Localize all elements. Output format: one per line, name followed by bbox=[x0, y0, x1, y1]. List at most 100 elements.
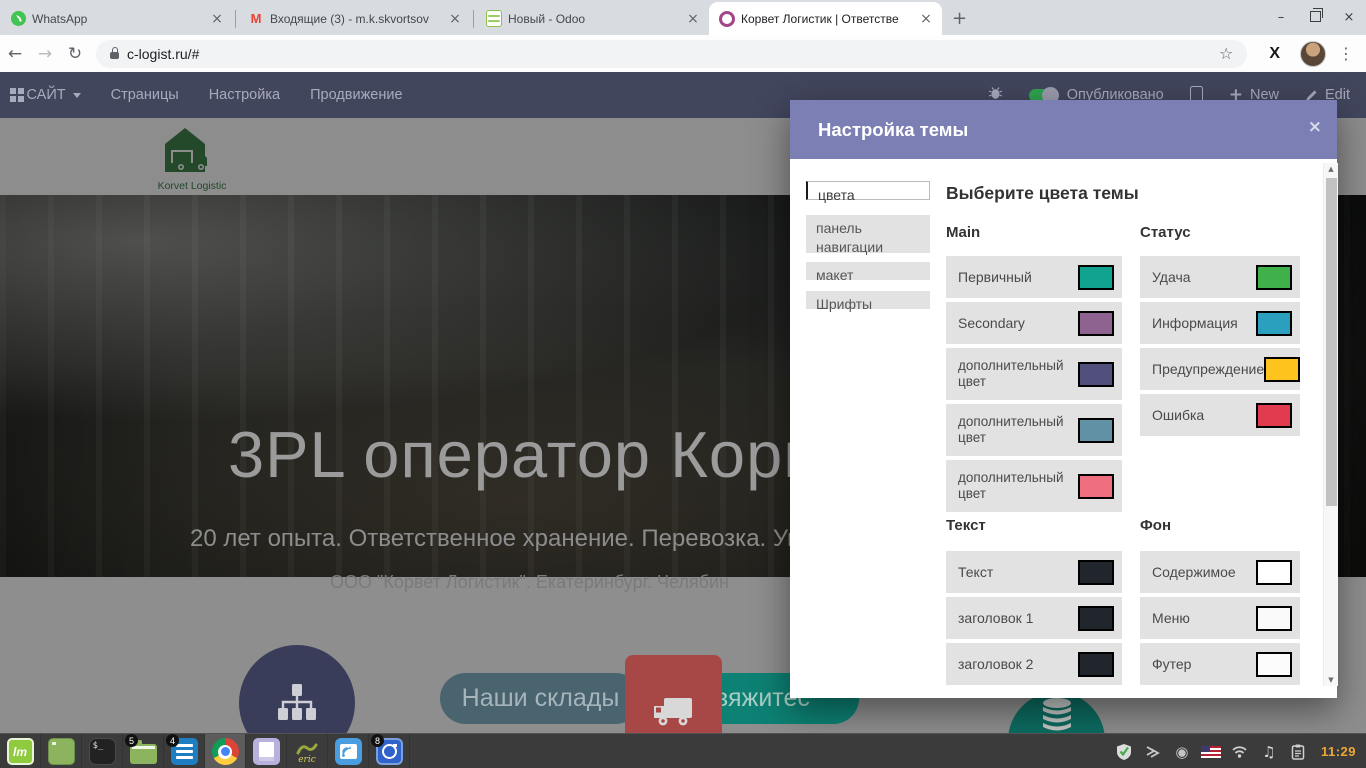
taskbar-text-editor[interactable] bbox=[246, 734, 287, 768]
taskbar-terminal[interactable]: $_ bbox=[82, 734, 123, 768]
address-bar[interactable]: c-logist.ru/# ☆ bbox=[96, 40, 1247, 68]
taskbar-screenshot[interactable]: 8 bbox=[369, 734, 410, 768]
color-row-info[interactable]: Информация bbox=[1140, 302, 1300, 344]
tab-close-icon[interactable]: × bbox=[209, 11, 225, 27]
color-swatch[interactable] bbox=[1256, 560, 1292, 585]
profile-avatar[interactable] bbox=[1300, 41, 1326, 67]
modal-tab-navbar[interactable]: панель навигации bbox=[806, 215, 930, 253]
taskbar-eric-ide[interactable]: eric bbox=[287, 734, 328, 768]
modal-tab-layout[interactable]: макет bbox=[806, 262, 930, 280]
color-swatch[interactable] bbox=[1078, 265, 1114, 290]
color-swatch[interactable] bbox=[1078, 362, 1114, 387]
sync-chevrons-icon[interactable] bbox=[1143, 742, 1163, 762]
color-swatch[interactable] bbox=[1264, 357, 1300, 382]
color-label: Текст bbox=[958, 564, 993, 580]
extension-x-icon[interactable]: X bbox=[1269, 45, 1280, 63]
color-row-heading2[interactable]: заголовок 2 bbox=[946, 643, 1122, 685]
odoo-menu-pages[interactable]: Страницы bbox=[111, 87, 179, 103]
color-row-secondary[interactable]: Secondary bbox=[946, 302, 1122, 344]
new-tab-button[interactable]: + bbox=[952, 8, 967, 29]
color-row-primary[interactable]: Первичный bbox=[946, 256, 1122, 298]
color-row-error[interactable]: Ошибка bbox=[1140, 394, 1300, 436]
taskbar-clock[interactable]: 11:29 bbox=[1321, 744, 1356, 759]
odoo-site-menu[interactable]: САЙТ bbox=[0, 87, 81, 103]
color-swatch[interactable] bbox=[1256, 606, 1292, 631]
color-swatch[interactable] bbox=[1078, 474, 1114, 499]
color-swatch[interactable] bbox=[1078, 418, 1114, 443]
color-row-success[interactable]: Удача bbox=[1140, 256, 1300, 298]
taskbar-editor[interactable]: 4 bbox=[164, 734, 205, 768]
section-title-status: Статус bbox=[1140, 224, 1191, 241]
scroll-up-icon[interactable]: ▲ bbox=[1324, 165, 1338, 173]
modal-tab-fonts[interactable]: Шрифты bbox=[806, 291, 930, 309]
section-title-main: Main bbox=[946, 224, 980, 241]
taskbar-folder[interactable]: 5 bbox=[123, 734, 164, 768]
color-swatch[interactable] bbox=[1078, 652, 1114, 677]
color-row-extra-2[interactable]: дополнительный цвет bbox=[946, 404, 1122, 456]
logo-caption: Korvet Logistic bbox=[152, 180, 232, 192]
shield-check-icon[interactable] bbox=[1114, 742, 1134, 762]
browser-tab-gmail[interactable]: M Входящие (3) - m.k.skvortsov × bbox=[238, 2, 471, 35]
tab-close-icon[interactable]: × bbox=[685, 11, 701, 27]
browser-tab-whatsapp[interactable]: WhatsApp × bbox=[0, 2, 233, 35]
mint-logo-icon: lm bbox=[7, 738, 34, 765]
tab-close-icon[interactable]: × bbox=[447, 11, 463, 27]
color-swatch[interactable] bbox=[1078, 560, 1114, 585]
color-swatch[interactable] bbox=[1256, 403, 1292, 428]
tab-close-icon[interactable]: × bbox=[918, 11, 934, 27]
color-label: Первичный bbox=[958, 269, 1032, 285]
color-row-extra-3[interactable]: дополнительный цвет bbox=[946, 460, 1122, 512]
color-row-warning[interactable]: Предупреждение bbox=[1140, 348, 1300, 390]
forward-button[interactable]: → bbox=[30, 44, 60, 64]
taskbar-files[interactable] bbox=[41, 734, 82, 768]
badge-count: 5 bbox=[125, 734, 138, 747]
modal-scrollbar[interactable]: ▲ ▼ bbox=[1323, 163, 1338, 686]
taskbar-chrome[interactable] bbox=[205, 734, 246, 768]
url-text[interactable]: c-logist.ru/# bbox=[127, 46, 1215, 62]
color-swatch[interactable] bbox=[1078, 606, 1114, 631]
browser-tab-odoo-new[interactable]: Новый - Odoo × bbox=[476, 2, 709, 35]
odoo-menu-customize[interactable]: Настройка bbox=[209, 87, 280, 103]
bookmark-star-icon[interactable]: ☆ bbox=[1219, 44, 1233, 63]
color-swatch[interactable] bbox=[1256, 652, 1292, 677]
wifi-icon[interactable] bbox=[1230, 742, 1250, 762]
taskbar-mint-menu[interactable]: lm bbox=[0, 734, 41, 768]
hero-subtitle: 20 лет опыта. Ответственное хранение. Пе… bbox=[190, 525, 800, 553]
color-row-footer-bg[interactable]: Футер bbox=[1140, 643, 1300, 685]
scrollbar-thumb[interactable] bbox=[1326, 178, 1337, 506]
color-swatch[interactable] bbox=[1256, 311, 1292, 336]
eric-snake-icon: eric bbox=[294, 738, 321, 765]
color-row-content-bg[interactable]: Содержимое bbox=[1140, 551, 1300, 593]
color-label: Ошибка bbox=[1152, 407, 1204, 423]
color-label: заголовок 1 bbox=[958, 610, 1033, 626]
minimize-button[interactable]: – bbox=[1264, 10, 1298, 25]
scroll-down-icon[interactable]: ▼ bbox=[1324, 676, 1338, 684]
truck-icon bbox=[652, 694, 696, 730]
reload-button[interactable]: ↻ bbox=[60, 44, 90, 64]
close-window-button[interactable]: × bbox=[1332, 10, 1366, 25]
color-row-heading1[interactable]: заголовок 1 bbox=[946, 597, 1122, 639]
music-note-icon[interactable]: ♫ bbox=[1259, 742, 1279, 762]
color-row-menu-bg[interactable]: Меню bbox=[1140, 597, 1300, 639]
browser-menu-icon[interactable]: ⋮ bbox=[1338, 44, 1354, 63]
restore-button[interactable] bbox=[1298, 10, 1332, 25]
tab-title: Входящие (3) - m.k.skvortsov bbox=[270, 12, 441, 26]
back-button[interactable]: ← bbox=[0, 44, 30, 64]
org-chart-icon bbox=[274, 680, 320, 726]
modal-tab-colors[interactable]: цвета bbox=[806, 181, 930, 200]
browser-tab-active-korvet[interactable]: Корвет Логистик | Ответстве × bbox=[709, 2, 942, 35]
odoo-menu-promote[interactable]: Продвижение bbox=[310, 87, 402, 103]
color-row-text[interactable]: Текст bbox=[946, 551, 1122, 593]
color-swatch[interactable] bbox=[1256, 265, 1292, 290]
color-swatch[interactable] bbox=[1078, 311, 1114, 336]
taskbar-cast-app[interactable] bbox=[328, 734, 369, 768]
odoo-site-icon bbox=[719, 11, 735, 27]
warehouses-button[interactable]: Наши склады bbox=[440, 673, 641, 724]
nvidia-icon[interactable]: ◉ bbox=[1172, 742, 1192, 762]
modal-close-icon[interactable]: × bbox=[1308, 117, 1322, 137]
clipboard-icon[interactable] bbox=[1288, 742, 1308, 762]
site-logo[interactable]: Korvet Logistic bbox=[152, 124, 232, 192]
modal-heading: Выберите цвета темы bbox=[946, 183, 1139, 204]
keyboard-layout-flag[interactable] bbox=[1201, 742, 1221, 762]
color-row-extra-1[interactable]: дополнительный цвет bbox=[946, 348, 1122, 400]
